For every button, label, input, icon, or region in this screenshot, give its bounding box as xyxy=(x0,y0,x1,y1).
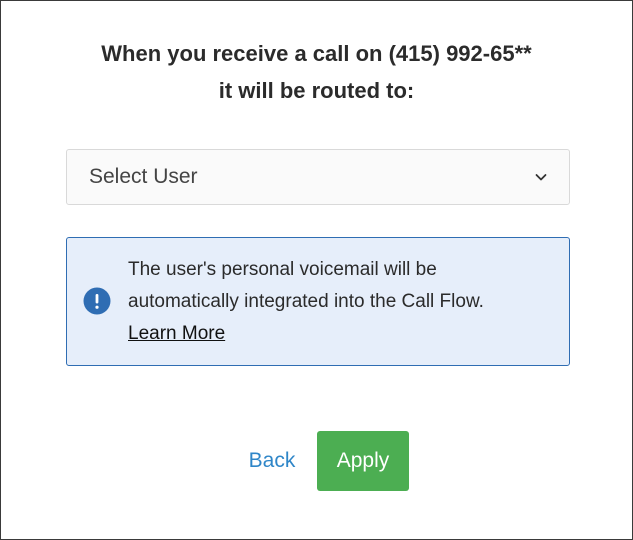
info-message: The user's personal voicemail will be au… xyxy=(128,254,548,350)
voicemail-info-box: The user's personal voicemail will be au… xyxy=(66,237,570,366)
learn-more-link[interactable]: Learn More xyxy=(128,323,225,344)
info-message-line-2: automatically integrated into the Call F… xyxy=(128,291,484,312)
apply-button[interactable]: Apply xyxy=(317,431,409,491)
heading-line-1: When you receive a call on (415) 992-65*… xyxy=(101,41,532,66)
routing-dialog: When you receive a call on (415) 992-65*… xyxy=(0,0,633,540)
select-user-value: Select User xyxy=(89,165,198,188)
dialog-heading: When you receive a call on (415) 992-65*… xyxy=(1,35,632,109)
select-user-dropdown[interactable]: Select User xyxy=(66,149,570,205)
back-button[interactable]: Back xyxy=(237,432,307,490)
exclamation-circle-icon xyxy=(83,287,111,315)
heading-line-2: it will be routed to: xyxy=(218,78,415,103)
info-message-line-1: The user's personal voicemail will be xyxy=(128,259,437,280)
chevron-down-icon xyxy=(535,174,547,181)
